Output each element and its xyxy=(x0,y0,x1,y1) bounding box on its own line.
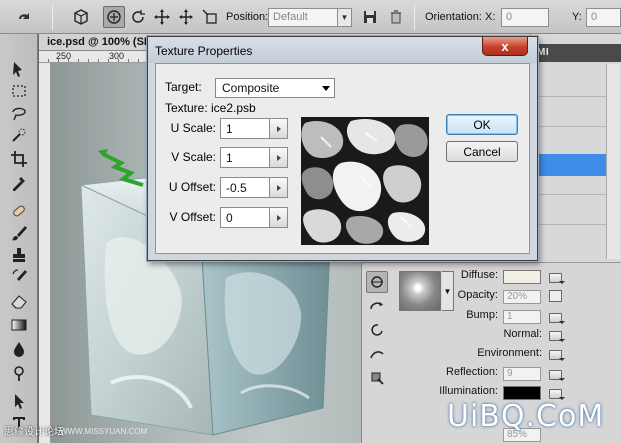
x-input[interactable]: 0 xyxy=(501,8,549,27)
position-label: Position: xyxy=(226,11,269,23)
dialog-title-bar[interactable]: Texture Properties x xyxy=(148,37,537,63)
environment-label: Environment: xyxy=(477,347,542,359)
material-paint-icon[interactable] xyxy=(366,367,388,389)
marquee-tool-icon[interactable] xyxy=(7,80,31,102)
ruler-mark: 250 xyxy=(56,51,72,61)
3d-rotate-tool-preset-icon[interactable] xyxy=(14,6,36,28)
v-scale-label: V Scale: xyxy=(171,150,216,164)
opacity-texture-icon[interactable] xyxy=(549,290,562,302)
path-selection-tool-icon[interactable] xyxy=(7,390,31,412)
3d-roll-icon[interactable] xyxy=(127,6,149,28)
eyedropper-tool-icon[interactable] xyxy=(7,172,31,194)
watermark-url: WWW.MISSYUAN.COM xyxy=(60,427,148,436)
layers-panel: MI xyxy=(530,34,621,262)
u-scale-label: U Scale: xyxy=(170,121,216,135)
cube-icon[interactable] xyxy=(70,6,92,28)
illumination-texture-folder-icon[interactable] xyxy=(549,389,565,400)
opacity-input[interactable]: 20% xyxy=(503,290,541,304)
u-scale-slider-button[interactable] xyxy=(270,118,288,139)
material-roll-icon[interactable] xyxy=(366,319,388,341)
normal-label: Normal: xyxy=(503,328,542,340)
u-offset-input[interactable]: -0.5 xyxy=(220,177,270,198)
quick-selection-tool-icon[interactable] xyxy=(7,124,31,146)
normal-texture-folder-icon[interactable] xyxy=(549,331,565,342)
y-input[interactable]: 0 xyxy=(586,8,621,27)
lasso-tool-icon[interactable] xyxy=(7,102,31,124)
material-rotate-icon[interactable] xyxy=(366,295,388,317)
save-position-icon[interactable] xyxy=(359,6,381,28)
diffuse-label: Diffuse: xyxy=(460,269,498,281)
ruler-mark: 300 xyxy=(109,51,125,61)
panel-scrollbar[interactable] xyxy=(606,64,620,259)
target-select[interactable]: Composite xyxy=(215,78,335,98)
reflection-texture-folder-icon[interactable] xyxy=(549,370,565,381)
bump-input[interactable]: 1 xyxy=(503,310,541,324)
cancel-button[interactable]: Cancel xyxy=(446,141,518,162)
position-select[interactable]: Default xyxy=(268,8,338,27)
u-offset-label: U Offset: xyxy=(168,180,216,194)
dodge-tool-icon[interactable] xyxy=(7,362,31,384)
delete-position-icon[interactable] xyxy=(385,6,407,28)
spot-healing-tool-icon[interactable] xyxy=(7,200,31,222)
y-label: Y: xyxy=(572,11,582,23)
tools-panel xyxy=(0,34,38,443)
3d-scale-icon[interactable] xyxy=(199,6,221,28)
target-label: Target: xyxy=(165,80,202,94)
texture-name-label: Texture: ice2.psb xyxy=(165,101,256,115)
illumination-color-swatch[interactable] xyxy=(503,386,541,400)
move-tool-icon[interactable] xyxy=(7,58,31,80)
clone-stamp-tool-icon[interactable] xyxy=(7,244,31,266)
bump-label: Bump: xyxy=(466,309,498,321)
material-select-icon[interactable] xyxy=(366,271,388,293)
x-label: X: xyxy=(485,11,496,23)
3d-pan-icon[interactable] xyxy=(151,6,173,28)
dialog-body: Target: Composite Texture: ice2.psb U Sc… xyxy=(155,63,530,254)
ice-texture-image xyxy=(301,117,429,245)
u-offset-slider-button[interactable] xyxy=(270,177,288,198)
v-offset-input[interactable]: 0 xyxy=(220,207,270,228)
panel-tab-label[interactable]: MI xyxy=(537,47,549,58)
3d-slide-icon[interactable] xyxy=(175,6,197,28)
texture-properties-dialog: Texture Properties x Target: Composite T… xyxy=(147,36,538,261)
selected-layer-row[interactable] xyxy=(531,154,606,176)
close-button[interactable]: x xyxy=(482,37,528,56)
bump-texture-folder-icon[interactable] xyxy=(549,313,565,324)
watermark-site-logo: UiBQ.CoM xyxy=(447,399,605,434)
material-drag-icon[interactable] xyxy=(366,343,388,365)
diffuse-color-swatch[interactable] xyxy=(503,270,541,284)
illumination-label: Illumination: xyxy=(439,385,498,397)
target-select-value: Composite xyxy=(222,81,280,95)
position-dropdown-arrow[interactable]: ▼ xyxy=(338,8,352,27)
brush-tool-icon[interactable] xyxy=(7,222,31,244)
reflection-input[interactable]: 9 xyxy=(503,367,541,381)
dialog-title: Texture Properties xyxy=(155,44,253,58)
opacity-label: Opacity: xyxy=(457,289,498,301)
panel-tab-bar: MI xyxy=(531,44,621,62)
gradient-tool-icon[interactable] xyxy=(7,314,31,336)
v-offset-slider-button[interactable] xyxy=(270,207,288,228)
texture-preview xyxy=(301,117,429,245)
crop-tool-icon[interactable] xyxy=(7,148,31,170)
u-scale-input[interactable]: 1 xyxy=(220,118,270,139)
environment-texture-folder-icon[interactable] xyxy=(549,350,565,361)
photoshop-window: Position: Default ▼ Orientation: X: 0 Y:… xyxy=(0,0,621,443)
chevron-down-icon xyxy=(322,86,330,91)
v-offset-label: V Offset: xyxy=(169,210,216,224)
reflection-label: Reflection: xyxy=(446,366,498,378)
blur-tool-icon[interactable] xyxy=(7,338,31,360)
diffuse-texture-folder-icon[interactable] xyxy=(549,273,565,284)
v-scale-input[interactable]: 1 xyxy=(220,147,270,168)
history-brush-tool-icon[interactable] xyxy=(7,266,31,288)
watermark-forum-name: 思缘设计论坛 xyxy=(4,427,64,438)
vertical-ruler xyxy=(39,63,51,443)
v-scale-slider-button[interactable] xyxy=(270,147,288,168)
eraser-tool-icon[interactable] xyxy=(7,290,31,312)
orientation-label: Orientation: xyxy=(425,11,482,23)
ok-button[interactable]: OK xyxy=(446,114,518,135)
options-bar: Position: Default ▼ Orientation: X: 0 Y:… xyxy=(0,0,621,34)
document-tab-label: ice.psd @ 100% (SI xyxy=(47,36,147,48)
3d-rotate-icon[interactable] xyxy=(103,6,125,28)
